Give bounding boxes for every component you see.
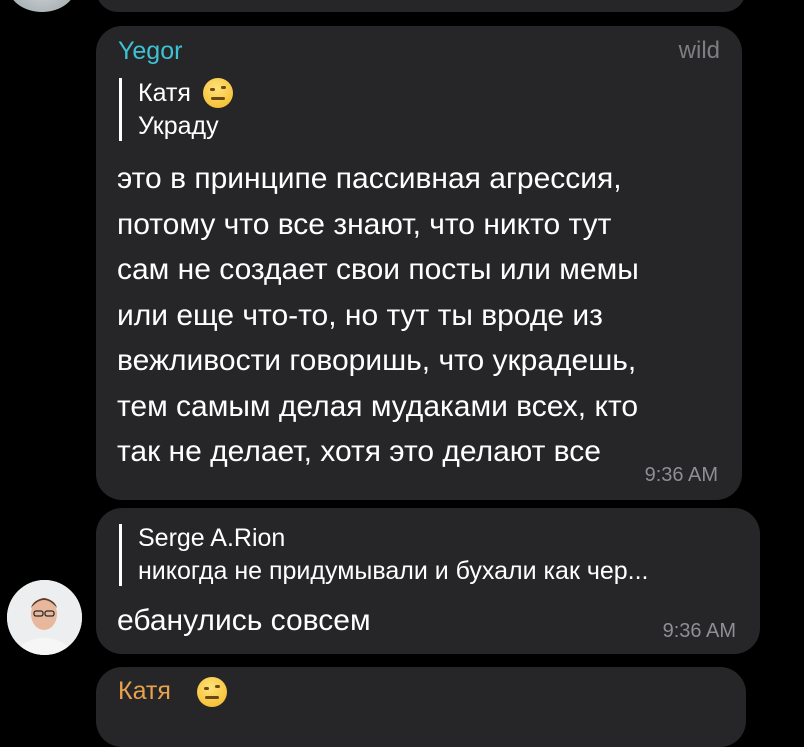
message-bubble[interactable] [96,0,746,12]
message-bubble[interactable]: Катя [96,667,746,747]
avatar[interactable] [8,0,76,12]
message-timestamp: 9:36 AM [662,620,736,642]
message-text-line: или еще что-то, но тут ты вроде из [117,298,603,332]
message-text: ебанулись совсем [117,604,371,637]
message-text-line: потому что все знают, что никто тут [117,207,612,241]
message-text-line: так не делает, хотя это делают все [117,435,601,468]
face-with-raised-eyebrow-emoji-icon [202,78,233,108]
message-bubble[interactable]: Serge A.Rion никогда не придумывали и бу… [96,508,760,654]
reply-text: никогда не придумывали и бухали как чер.… [138,557,649,585]
message-timestamp: 9:36 AM [644,464,718,486]
reply-quote[interactable]: Катя Украду [119,78,233,141]
message-text: это в принципе пассивная агрессия, потом… [117,156,727,475]
reply-author: Катя [138,78,191,107]
message-bubble[interactable]: Yegor wild Катя Украду это в принципе па… [96,26,742,500]
sender-name[interactable]: Yegor [118,37,182,66]
reply-quote[interactable]: Serge A.Rion никогда не придумывали и бу… [119,524,649,586]
message-text-line: вежливости говоришь, что украдешь, [117,344,637,377]
sender-title: wild [678,37,720,64]
face-with-raised-eyebrow-emoji-icon [197,677,227,707]
message-text-line: тем самым делая мудаками всех, кто [117,389,639,423]
reply-author-row: Катя [138,78,233,108]
reply-text: Украду [138,112,219,140]
avatar[interactable] [7,580,82,655]
message-text-line: сам не создает свои посты или мемы [117,253,639,286]
sender-name[interactable]: Катя [118,677,171,706]
message-text-line: это в принципе пассивная агрессия, [117,162,622,195]
avatar-photo-icon [7,580,82,655]
reply-author: Serge A.Rion [138,524,286,552]
